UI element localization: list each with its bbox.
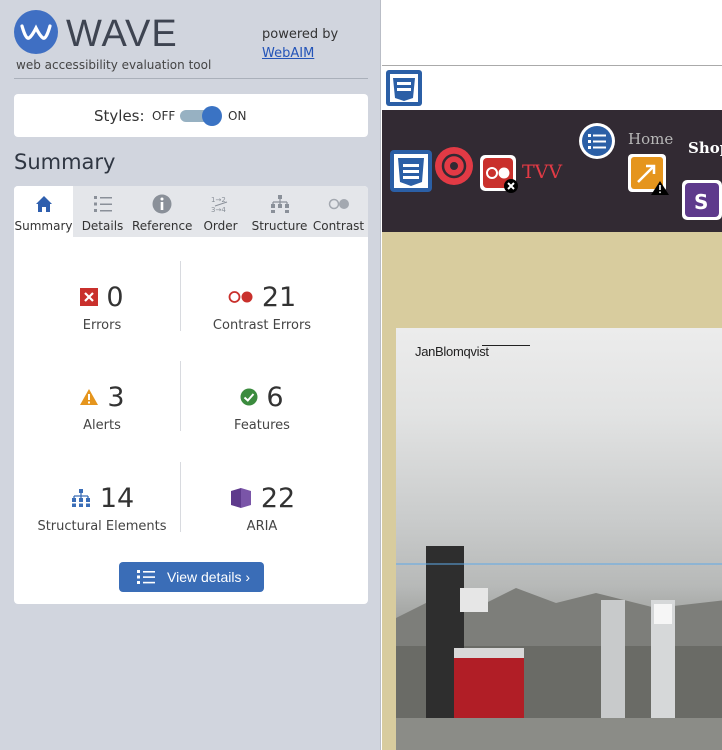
tab-label: Order (203, 219, 238, 233)
tab-details[interactable]: Details (73, 186, 132, 237)
view-details-label: View details › (167, 569, 251, 585)
wave-logo-text: WAVE (66, 13, 178, 55)
tab-order[interactable]: 1→2 3→4 Order (191, 186, 250, 237)
structural-count: 14 (99, 482, 135, 514)
aria-icon (230, 488, 251, 508)
errors-label: Errors (82, 318, 122, 333)
svg-text:3→4: 3→4 (211, 206, 226, 214)
styles-label: Styles: (94, 107, 145, 125)
tab-summary[interactable]: Summary (14, 186, 73, 237)
order-icon: 1→2 3→4 (211, 196, 227, 214)
list-icon[interactable] (578, 122, 616, 160)
info-icon (152, 194, 171, 214)
aria-label: ARIA (246, 519, 278, 534)
tab-label: Details (81, 219, 124, 233)
tab-contrast[interactable]: Contrast (309, 186, 368, 237)
redundant-link-alert-icon[interactable] (628, 154, 670, 196)
toggle-knob[interactable] (202, 106, 222, 126)
preview-divider (382, 65, 722, 66)
tab-structure[interactable]: Structure (250, 186, 309, 237)
list-icon (93, 196, 112, 212)
features-label: Features (234, 418, 290, 433)
wave-sidebar: WAVE web accessibility evaluation tool p… (0, 0, 381, 750)
stat-alerts[interactable]: 3 Alerts (17, 380, 187, 433)
nav-home-link[interactable]: Home (628, 130, 673, 148)
tab-label: Contrast (312, 219, 365, 233)
page-preview: TVV Home Shop S JanBlomqvist (382, 0, 722, 750)
features-count: 6 (266, 381, 284, 413)
tab-label: Reference (132, 219, 193, 233)
stat-structural-elements[interactable]: 14 Structural Elements (17, 481, 187, 535)
stat-aria[interactable]: 22 ARIA (177, 481, 347, 534)
tab-reference[interactable]: Reference (132, 186, 193, 237)
album-artist-line (482, 345, 530, 346)
structure-icon (71, 489, 90, 507)
svg-text:S: S (694, 190, 708, 214)
html5-icon[interactable] (386, 70, 422, 106)
view-details-button[interactable]: View details › (119, 562, 264, 592)
wave-logo-icon (14, 10, 58, 54)
contrast-errors-label: Contrast Errors (212, 318, 312, 333)
contrast-error-icon (228, 291, 253, 303)
divider (14, 78, 368, 79)
summary-panel: Summary Details Reference 1→2 3→4 Order … (14, 186, 368, 604)
home-icon (35, 196, 52, 212)
styles-toggle[interactable] (180, 106, 222, 126)
wave-subtitle: web accessibility evaluation tool (16, 58, 212, 72)
tvv-link[interactable]: TVV (522, 161, 562, 183)
tab-label: Summary (14, 219, 73, 233)
alerts-label: Alerts (83, 418, 121, 433)
album-cover-image[interactable]: JanBlomqvist (396, 328, 722, 750)
alert-icon (80, 389, 99, 405)
styles-off-label: OFF (152, 109, 176, 123)
contrast-icon (328, 198, 349, 210)
stat-features[interactable]: 6 Features (177, 380, 347, 434)
feature-check-icon (240, 388, 258, 406)
aria-icon[interactable]: S (682, 180, 722, 220)
tab-label: Structure (251, 219, 308, 233)
stat-contrast-errors[interactable]: 21 Contrast Errors (177, 280, 347, 334)
alerts-count: 3 (107, 381, 125, 413)
powered-by-label: powered by (262, 27, 339, 42)
contrast-errors-count: 21 (261, 281, 297, 313)
errors-count: 0 (106, 281, 124, 313)
contrast-error-icon[interactable] (480, 155, 520, 195)
summary-heading: Summary (14, 150, 116, 174)
record-logo-icon (435, 147, 473, 185)
styles-toggle-box: Styles: OFF ON (14, 94, 368, 137)
list-icon (137, 570, 155, 584)
album-artist: JanBlomqvist (415, 344, 489, 359)
powered-by: powered by WebAIM (262, 25, 338, 63)
html5-icon[interactable] (390, 150, 432, 192)
gas-station-illustration (396, 546, 722, 750)
structure-icon (270, 195, 289, 213)
tab-bar: Summary Details Reference 1→2 3→4 Order … (14, 186, 368, 237)
webaim-link[interactable]: WebAIM (262, 44, 338, 63)
styles-on-label: ON (228, 109, 247, 123)
nav-shop-link[interactable]: Shop (688, 139, 722, 157)
aria-count: 22 (260, 482, 296, 514)
structural-label: Structural Elements (37, 519, 167, 534)
stat-errors[interactable]: 0 Errors (17, 280, 187, 333)
error-icon (80, 288, 99, 306)
